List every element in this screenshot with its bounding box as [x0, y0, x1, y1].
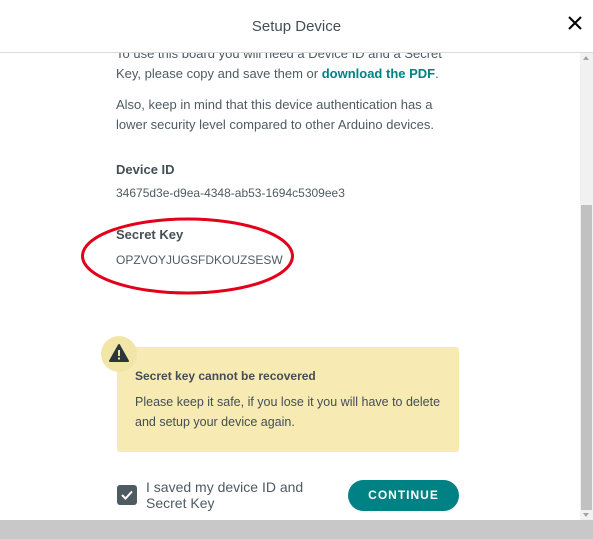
- download-pdf-link[interactable]: download the PDF: [322, 66, 435, 81]
- device-id-label: Device ID: [116, 162, 175, 177]
- scrollbar[interactable]: [580, 53, 593, 520]
- dialog-title: Setup Device: [251, 18, 342, 35]
- page-footer-strip: [0, 520, 593, 539]
- device-id-value: 34675d3e-d9ea-4348-ab53-1694c5309ee3: [116, 186, 345, 200]
- scrollbar-thumb[interactable]: [581, 205, 592, 510]
- warning-box: Secret key cannot be recovered Please ke…: [117, 347, 459, 452]
- scroll-up-icon[interactable]: [583, 56, 589, 60]
- checkmark-icon: [121, 490, 133, 500]
- warning-badge: [101, 336, 137, 372]
- highlight-ellipse: [81, 217, 294, 295]
- saved-checkbox-label[interactable]: I saved my device ID and Secret Key: [146, 479, 336, 511]
- intro-text-suffix: .: [435, 66, 439, 81]
- intro-text: To use this board you will need a Device…: [116, 53, 466, 84]
- dialog-body: To use this board you will need a Device…: [0, 53, 580, 520]
- continue-button[interactable]: CONTINUE: [348, 480, 459, 511]
- close-icon[interactable]: [566, 14, 584, 32]
- warning-title: Secret key cannot be recovered: [135, 369, 316, 383]
- dialog-header: Setup Device: [0, 0, 593, 53]
- warning-text: Please keep it safe, if you lose it you …: [135, 395, 441, 429]
- warning-icon: [109, 344, 129, 362]
- scroll-down-icon[interactable]: [583, 513, 589, 517]
- security-note: Also, keep in mind that this device auth…: [116, 97, 434, 132]
- saved-checkbox[interactable]: [117, 485, 137, 505]
